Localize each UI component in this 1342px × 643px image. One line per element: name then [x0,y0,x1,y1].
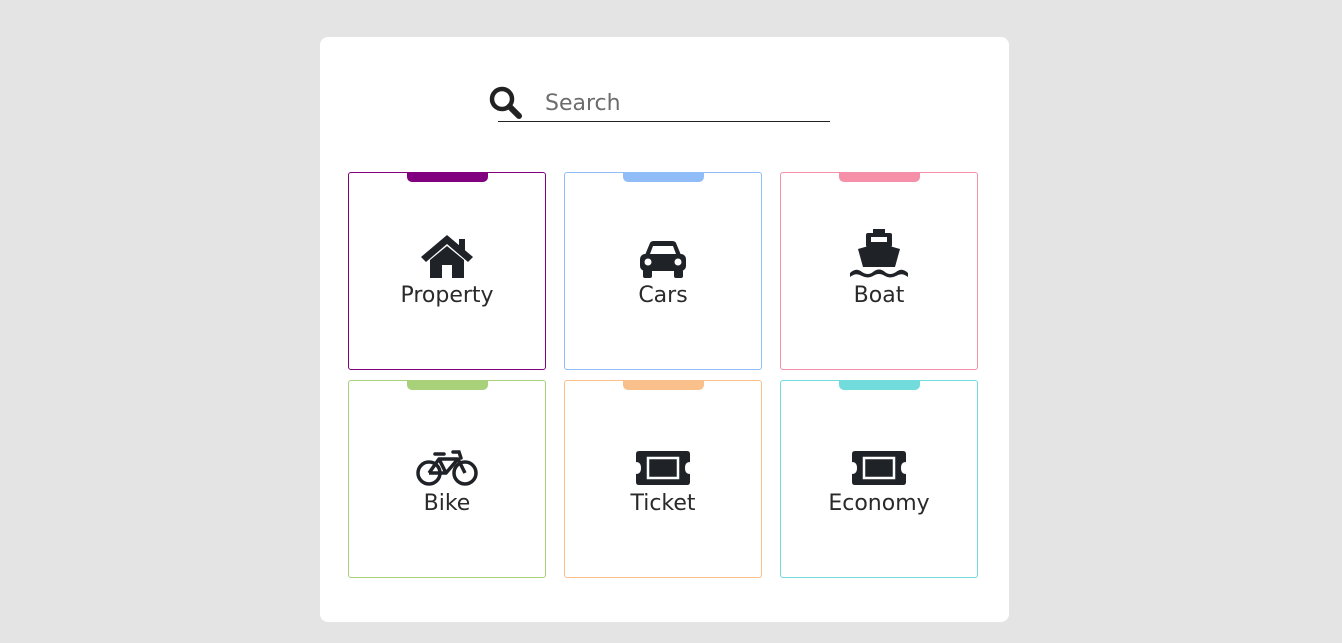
category-label: Bike [423,491,471,516]
ticket-icon [636,451,690,485]
category-grid: Property Cars Boat Bike Ticket Economy [348,172,980,580]
category-tile-property[interactable]: Property [348,172,546,370]
ship-icon [850,229,908,278]
ticket-icon [852,451,906,485]
search-input[interactable] [498,85,830,122]
category-tile-cars[interactable]: Cars [564,172,762,370]
category-label: Property [400,283,494,308]
category-label: Cars [638,283,688,308]
tile-accent-tab [839,381,920,390]
search-bar [488,85,830,125]
category-label: Ticket [630,491,696,516]
tile-accent-tab [407,381,488,390]
category-label: Economy [828,491,930,516]
category-label: Boat [853,283,905,308]
search-icon[interactable] [488,85,522,119]
car-icon [640,241,686,278]
category-tile-ticket[interactable]: Ticket [564,380,762,578]
tile-accent-tab [623,173,704,182]
house-icon [421,235,473,278]
tile-accent-tab [839,173,920,182]
tile-accent-tab [623,381,704,390]
category-tile-bike[interactable]: Bike [348,380,546,578]
category-tile-economy[interactable]: Economy [780,380,978,578]
tile-accent-tab [407,173,488,182]
category-card: Property Cars [320,37,1009,622]
category-tile-boat[interactable]: Boat [780,172,978,370]
bicycle-icon [416,450,478,486]
